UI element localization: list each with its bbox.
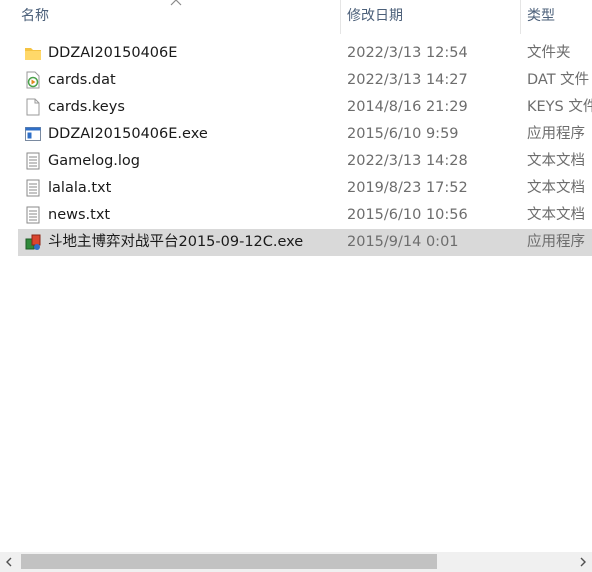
file-name: cards.dat	[48, 72, 116, 88]
file-name: lalala.txt	[48, 180, 112, 196]
file-row[interactable]: news.txt 2015/6/10 10:56 文本文档	[18, 202, 592, 229]
text-file-icon	[26, 179, 40, 197]
scroll-left-icon[interactable]	[2, 555, 16, 569]
exe-window-icon	[25, 127, 41, 141]
file-date: 2014/8/16 21:29	[347, 99, 468, 115]
file-row[interactable]: DDZAI20150406E 2022/3/13 12:54 文件夹	[18, 40, 592, 67]
file-name: 斗地主博弈对战平台2015-09-12C.exe	[48, 234, 304, 250]
file-row-selected[interactable]: 斗地主博弈对战平台2015-09-12C.exe 2015/9/14 0:01 …	[18, 229, 592, 256]
scroll-right-icon[interactable]	[576, 555, 590, 569]
file-row[interactable]: cards.keys 2014/8/16 21:29 KEYS 文件	[18, 94, 592, 121]
text-file-icon	[26, 152, 40, 170]
column-header-type[interactable]: 类型	[520, 0, 592, 34]
file-type: DAT 文件	[527, 72, 590, 88]
file-name: DDZAI20150406E	[48, 45, 178, 61]
file-row[interactable]: DDZAI20150406E.exe 2015/6/10 9:59 应用程序	[18, 121, 592, 148]
sort-ascending-icon	[170, 0, 182, 6]
file-row[interactable]: lalala.txt 2019/8/23 17:52 文本文档	[18, 175, 592, 202]
file-name: cards.keys	[48, 99, 125, 115]
file-row[interactable]: cards.dat 2022/3/13 14:27 DAT 文件	[18, 67, 592, 94]
file-date: 2015/6/10 10:56	[347, 207, 468, 223]
file-name: news.txt	[48, 207, 111, 223]
file-name: DDZAI20150406E.exe	[48, 126, 208, 142]
file-date: 2022/3/13 14:27	[347, 72, 468, 88]
blank-file-icon	[26, 98, 40, 116]
file-name: Gamelog.log	[48, 153, 140, 169]
file-date: 2015/6/10 9:59	[347, 126, 459, 142]
file-type: 文本文档	[527, 153, 585, 169]
file-row[interactable]: Gamelog.log 2022/3/13 14:28 文本文档	[18, 148, 592, 175]
file-date: 2022/3/13 14:28	[347, 153, 468, 169]
text-file-icon	[26, 206, 40, 224]
file-type: 文本文档	[527, 207, 585, 223]
file-type: 应用程序	[527, 234, 585, 250]
column-header: 名称 修改日期 类型	[0, 0, 592, 34]
folder-icon	[25, 48, 41, 60]
scrollbar-thumb[interactable]	[21, 554, 437, 569]
file-date: 2022/3/13 12:54	[347, 45, 468, 61]
app-cards-icon	[25, 234, 41, 250]
media-file-icon	[26, 71, 40, 89]
file-type: 应用程序	[527, 126, 585, 142]
file-type: 文件夹	[527, 45, 571, 61]
file-date: 2015/9/14 0:01	[347, 234, 459, 250]
horizontal-scrollbar[interactable]	[0, 552, 592, 572]
file-date: 2019/8/23 17:52	[347, 180, 468, 196]
file-type: KEYS 文件	[527, 99, 592, 115]
file-type: 文本文档	[527, 180, 585, 196]
column-header-date[interactable]: 修改日期	[340, 0, 520, 34]
